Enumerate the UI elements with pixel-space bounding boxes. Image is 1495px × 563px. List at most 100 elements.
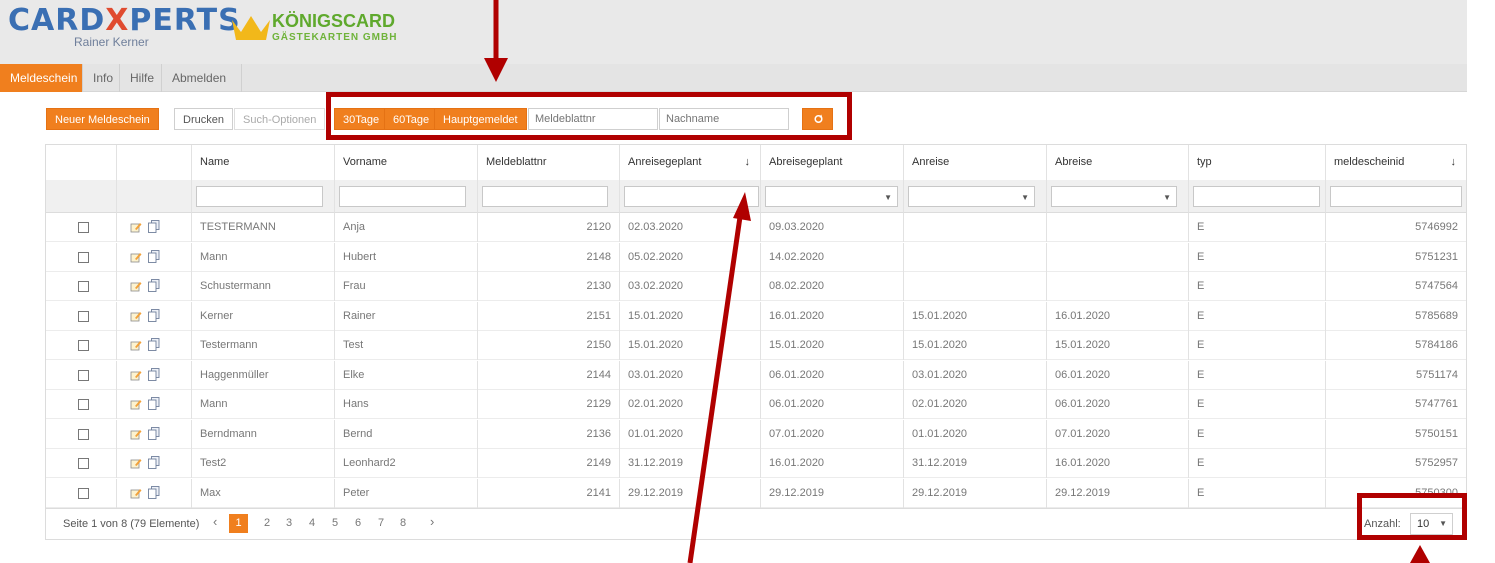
table-row[interactable]: Testermann Test 2150 15.01.2020 15.01.2020 15… [46,331,1466,360]
edit-icon[interactable] [130,221,142,233]
row-checkbox[interactable] [78,369,89,381]
row-actions-cell [117,419,192,449]
cell-vorname: Elke [335,360,478,390]
column-header-abreisegeplant[interactable]: Abreisegeplant [761,145,904,180]
copy-icon[interactable] [148,426,160,440]
row-checkbox[interactable] [78,458,89,469]
cell-anreise: 15.01.2020 [904,301,1047,331]
edit-icon[interactable] [130,310,142,322]
cell-name: Test2 [192,449,335,478]
copy-icon[interactable] [148,397,160,410]
pager-page-5[interactable]: 5 [332,517,338,529]
column-header-typ[interactable]: typ [1189,145,1326,180]
row-checkbox[interactable] [78,487,89,499]
pager-next-icon[interactable]: › [430,514,434,529]
cell-typ: E [1189,449,1326,478]
table-row[interactable]: Berndmann Bernd 2136 01.01.2020 07.01.2020 01… [46,419,1466,449]
nav-info[interactable]: Info [83,64,120,92]
filter-select-anreise[interactable]: ▼ [908,186,1035,207]
pager-page-6[interactable]: 6 [355,517,361,529]
copy-icon[interactable] [148,456,160,469]
cell-typ: E [1189,301,1326,331]
table-row[interactable]: Kerner Rainer 2151 15.01.2020 16.01.2020 15.0… [46,301,1466,331]
edit-icon[interactable] [130,487,142,499]
cell-name: TESTERMANN [192,213,335,242]
edit-icon[interactable] [130,339,142,351]
chevron-down-icon: ▼ [884,193,892,202]
pager-prev-icon[interactable]: ‹ [213,514,217,529]
meldeschein-table: Name Vorname Meldeblattnr Anreisegeplant… [45,144,1467,540]
row-select-cell [46,301,117,331]
copy-icon[interactable] [148,308,160,322]
row-select-cell [46,272,117,301]
row-checkbox[interactable] [78,222,89,233]
row-checkbox[interactable] [78,428,89,440]
cell-meldeblattnr: 2151 [478,301,620,331]
cell-meldescheinid: 5751231 [1415,250,1458,263]
filter-input-anreisegeplant[interactable] [624,186,759,207]
pager-page-2[interactable]: 2 [264,517,270,529]
column-header-abreise[interactable]: Abreise [1047,145,1189,180]
filter-input-vorname[interactable] [339,186,466,207]
column-header-anreisegeplant[interactable]: Anreisegeplant ↓ [620,145,761,180]
pager-page-1[interactable]: 1 [229,514,248,533]
edit-icon[interactable] [130,457,142,469]
cell-abreisegeplant: 07.01.2020 [761,419,904,449]
table-row[interactable]: TESTERMANN Anja 2120 02.03.2020 09.03.2020 E 5… [46,213,1466,242]
copy-icon[interactable] [148,367,160,381]
nav-hilfe[interactable]: Hilfe [120,64,162,92]
edit-icon[interactable] [130,369,142,381]
copy-icon[interactable] [148,220,160,233]
copy-icon[interactable] [148,249,160,263]
edit-icon[interactable] [130,280,142,292]
pager-page-4[interactable]: 4 [309,517,315,529]
column-header-vorname[interactable]: Vorname [335,145,478,180]
filter-input-meldescheinid[interactable] [1330,186,1462,207]
table-row[interactable]: Max Peter 2141 29.12.2019 29.12.2019 29.12.20… [46,478,1466,508]
copy-icon[interactable] [148,279,160,292]
row-checkbox[interactable] [78,399,89,410]
pager-page-8[interactable]: 8 [400,517,406,529]
table-row[interactable]: Schustermann Frau 2130 03.02.2020 08.02.2020… [46,272,1466,301]
search-options-button[interactable]: Such-Optionen [234,108,326,130]
pager-page-3[interactable]: 3 [286,517,292,529]
cell-typ: E [1189,360,1326,390]
cell-abreisegeplant: 06.01.2020 [761,390,904,419]
sort-down-icon[interactable]: ↓ [1451,145,1457,180]
nav-abmelden[interactable]: Abmelden [162,64,242,92]
row-checkbox[interactable] [78,340,89,351]
pager-page-7[interactable]: 7 [378,517,384,529]
table-row[interactable]: Haggenmüller Elke 2144 03.01.2020 06.01.2020… [46,360,1466,390]
table-row[interactable]: Mann Hans 2129 02.01.2020 06.01.2020 02.01.20… [46,390,1466,419]
column-header-anreise[interactable]: Anreise [904,145,1047,180]
row-select-cell [46,242,117,272]
filter-input-name[interactable] [196,186,323,207]
edit-icon[interactable] [130,398,142,410]
row-checkbox[interactable] [78,281,89,292]
filter-select-abreise[interactable]: ▼ [1051,186,1177,207]
nav-meldeschein[interactable]: Meldeschein [0,64,83,92]
edit-icon[interactable] [130,428,142,440]
column-header-meldeblattnr[interactable]: Meldeblattnr [478,145,620,180]
column-header-name[interactable]: Name [192,145,335,180]
cell-anreise: 01.01.2020 [904,419,1047,449]
table-row[interactable]: Mann Hubert 2148 05.02.2020 14.02.2020 E 57512… [46,242,1466,272]
cell-anreise: 15.01.2020 [904,331,1047,360]
row-checkbox[interactable] [78,310,89,322]
row-checkbox[interactable] [78,251,89,263]
new-meldeschein-button[interactable]: Neuer Meldeschein [46,108,159,130]
filter-input-meldeblattnr[interactable] [482,186,608,207]
filter-select-abreisegeplant[interactable]: ▼ [765,186,898,207]
column-header-meldescheinid[interactable]: meldescheinid ↓ [1326,145,1466,180]
copy-icon[interactable] [148,338,160,351]
sort-down-icon[interactable]: ↓ [745,145,751,180]
copy-icon[interactable] [148,485,160,499]
row-actions-cell [117,478,192,508]
filter-input-typ[interactable] [1193,186,1320,207]
cell-meldescheinid: 5746992 [1415,221,1458,233]
table-row[interactable]: Test2 Leonhard2 2149 31.12.2019 16.01.2020 31… [46,449,1466,478]
cell-name: Berndmann [192,419,335,449]
edit-icon[interactable] [130,251,142,263]
cell-abreisegeplant: 16.01.2020 [761,449,904,478]
print-button[interactable]: Drucken [174,108,233,130]
